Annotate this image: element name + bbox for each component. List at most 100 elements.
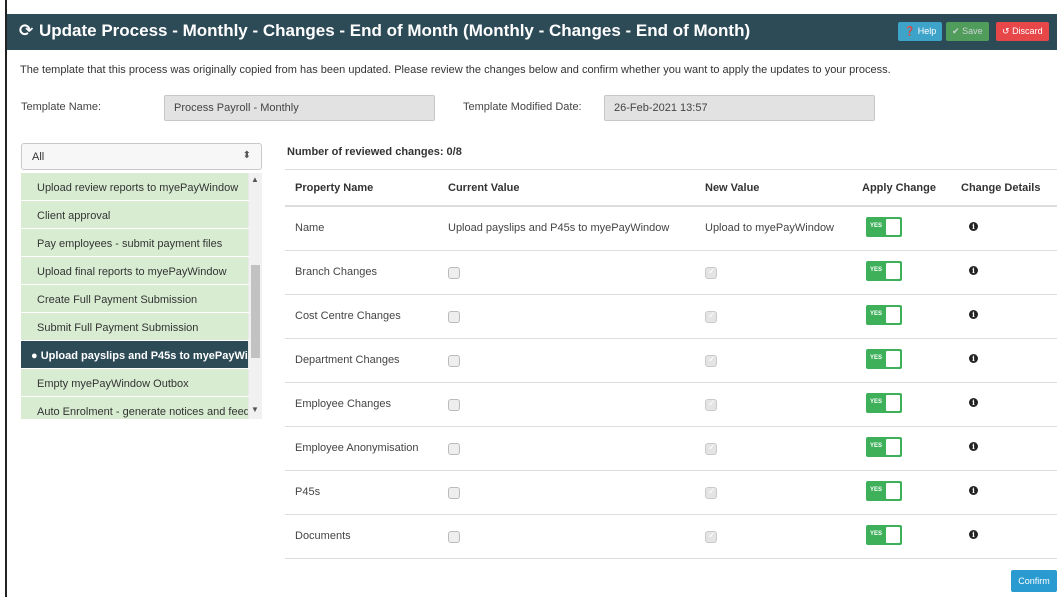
current-value-checkbox: [448, 355, 460, 367]
toggle-knob: [886, 527, 900, 543]
new-value-cell: Upload to myePayWindow: [705, 222, 835, 234]
table-row: Department Changes YES i: [285, 339, 1057, 383]
current-value-checkbox: [448, 487, 460, 499]
apply-change-toggle[interactable]: YES: [866, 393, 902, 413]
step-item-label: Pay employees - submit payment files: [37, 238, 223, 250]
col-current-value: Current Value: [448, 182, 520, 194]
table-row: Employee Anonymisation YES i: [285, 427, 1057, 471]
toggle-yes-label: YES: [870, 399, 883, 405]
step-item[interactable]: Pay employees - submit payment files: [21, 229, 262, 257]
info-icon[interactable]: i: [969, 486, 978, 495]
new-value-checkbox: [705, 310, 717, 323]
new-value-checkbox: [705, 530, 717, 543]
discard-button[interactable]: ↺ Discard: [996, 22, 1049, 41]
table-row: P45s YES i: [285, 471, 1057, 515]
toggle-yes-label: YES: [870, 311, 883, 317]
confirm-button[interactable]: Confirm: [1011, 570, 1057, 592]
update-notice: The template that this process was origi…: [20, 64, 891, 76]
toggle-yes-label: YES: [870, 223, 883, 229]
step-item[interactable]: Submit Full Payment Submission: [21, 313, 262, 341]
toggle-yes-label: YES: [870, 355, 883, 361]
step-item[interactable]: Upload final reports to myePayWindow: [21, 257, 262, 285]
info-icon[interactable]: i: [969, 398, 978, 407]
new-value-checkbox: [705, 442, 717, 455]
step-item[interactable]: Client approval: [21, 201, 262, 229]
save-label: Save: [962, 26, 983, 36]
apply-change-toggle[interactable]: YES: [866, 525, 902, 545]
table-row: Employee Changes YES i: [285, 383, 1057, 427]
step-item-label: Upload payslips and P45s to myePayWindow: [40, 350, 262, 362]
apply-change-toggle[interactable]: YES: [866, 481, 902, 501]
step-item-label: Empty myePayWindow Outbox: [37, 378, 189, 390]
info-icon[interactable]: i: [969, 530, 978, 539]
scroll-down-icon[interactable]: ▼: [251, 405, 259, 414]
undo-icon: ↺: [1002, 26, 1010, 36]
current-value-checkbox: [448, 443, 460, 455]
property-name-cell: Name: [295, 222, 325, 234]
new-value-checkbox: [705, 486, 717, 499]
reviewed-count: Number of reviewed changes: 0/8: [287, 146, 462, 158]
toggle-yes-label: YES: [870, 267, 883, 273]
scroll-thumb[interactable]: [251, 265, 260, 358]
toggle-knob: [886, 263, 900, 279]
changes-table: Property Name Current Value New Value Ap…: [285, 169, 1057, 559]
dialog-title: ⟳ Update Process - Monthly - Changes - En…: [19, 21, 750, 41]
update-process-dialog: ⟳ Update Process - Monthly - Changes - En…: [5, 0, 1057, 597]
info-icon[interactable]: i: [969, 266, 978, 275]
step-item-label: Auto Enrolment - generate notices and fe…: [37, 406, 262, 418]
table-row: Cost Centre Changes YES i: [285, 295, 1057, 339]
scroll-up-icon[interactable]: ▲: [251, 175, 259, 184]
toggle-knob: [886, 439, 900, 455]
save-button[interactable]: ✔ Save: [946, 22, 989, 41]
dialog-title-text: Update Process - Monthly - Changes - End…: [39, 21, 751, 40]
step-item[interactable]: Empty myePayWindow Outbox: [21, 369, 262, 397]
apply-change-toggle[interactable]: YES: [866, 349, 902, 369]
apply-change-toggle[interactable]: YES: [866, 261, 902, 281]
apply-change-toggle[interactable]: YES: [866, 217, 902, 237]
title-bar: ⟳ Update Process - Monthly - Changes - En…: [7, 14, 1057, 50]
help-button[interactable]: ❓ Help: [898, 22, 943, 41]
info-icon[interactable]: i: [969, 222, 978, 231]
new-value-checkbox: [705, 398, 717, 411]
discard-label: Discard: [1012, 26, 1043, 36]
property-name-cell: Branch Changes: [295, 266, 377, 278]
check-icon: ✔: [952, 26, 960, 36]
toggle-knob: [886, 219, 900, 235]
step-list-scrollbar[interactable]: ▲ ▼: [249, 173, 262, 419]
step-item-label: Submit Full Payment Submission: [37, 322, 199, 334]
step-filter-value: All: [32, 151, 45, 163]
info-icon[interactable]: i: [969, 442, 978, 451]
apply-change-toggle[interactable]: YES: [866, 305, 902, 325]
table-body: Name Upload payslips and P45s to myePayWi…: [285, 207, 1057, 559]
template-modified-field: 26-Feb-2021 13:57: [604, 95, 875, 121]
table-row: Documents YES i: [285, 515, 1057, 559]
toggle-yes-label: YES: [870, 443, 883, 449]
apply-change-toggle[interactable]: YES: [866, 437, 902, 457]
template-name-field: Process Payroll - Monthly: [164, 95, 435, 121]
active-step-dot-icon: ●: [31, 350, 41, 362]
refresh-icon: ⟳: [19, 21, 34, 40]
step-item[interactable]: ● Upload payslips and P45s to myePayWind…: [21, 341, 262, 369]
toggle-knob: [886, 351, 900, 367]
step-filter-select[interactable]: All ⬍: [21, 143, 262, 170]
new-value-checkbox: [705, 266, 717, 279]
col-apply-change: Apply Change: [862, 182, 936, 194]
new-value-checkbox: [705, 354, 717, 367]
step-item[interactable]: Auto Enrolment - generate notices and fe…: [21, 397, 262, 419]
step-item-label: Upload final reports to myePayWindow: [37, 266, 227, 278]
info-icon[interactable]: i: [969, 310, 978, 319]
property-name-cell: Employee Changes: [295, 398, 392, 410]
question-icon: ❓: [904, 26, 916, 36]
table-row: Name Upload payslips and P45s to myePayWi…: [285, 207, 1057, 251]
info-icon[interactable]: i: [969, 354, 978, 363]
step-list: Upload review reports to myePayWindow Cli…: [21, 173, 262, 419]
step-item[interactable]: Create Full Payment Submission: [21, 285, 262, 313]
step-item[interactable]: Upload review reports to myePayWindow: [21, 173, 262, 201]
table-header: Property Name Current Value New Value Ap…: [285, 169, 1057, 207]
step-item-label: Upload review reports to myePayWindow: [37, 182, 239, 194]
col-property-name: Property Name: [295, 182, 374, 194]
template-modified-label: Template Modified Date:: [463, 101, 582, 113]
col-change-details: Change Details: [961, 182, 1041, 194]
property-name-cell: Department Changes: [295, 354, 400, 366]
help-label: Help: [917, 26, 937, 36]
